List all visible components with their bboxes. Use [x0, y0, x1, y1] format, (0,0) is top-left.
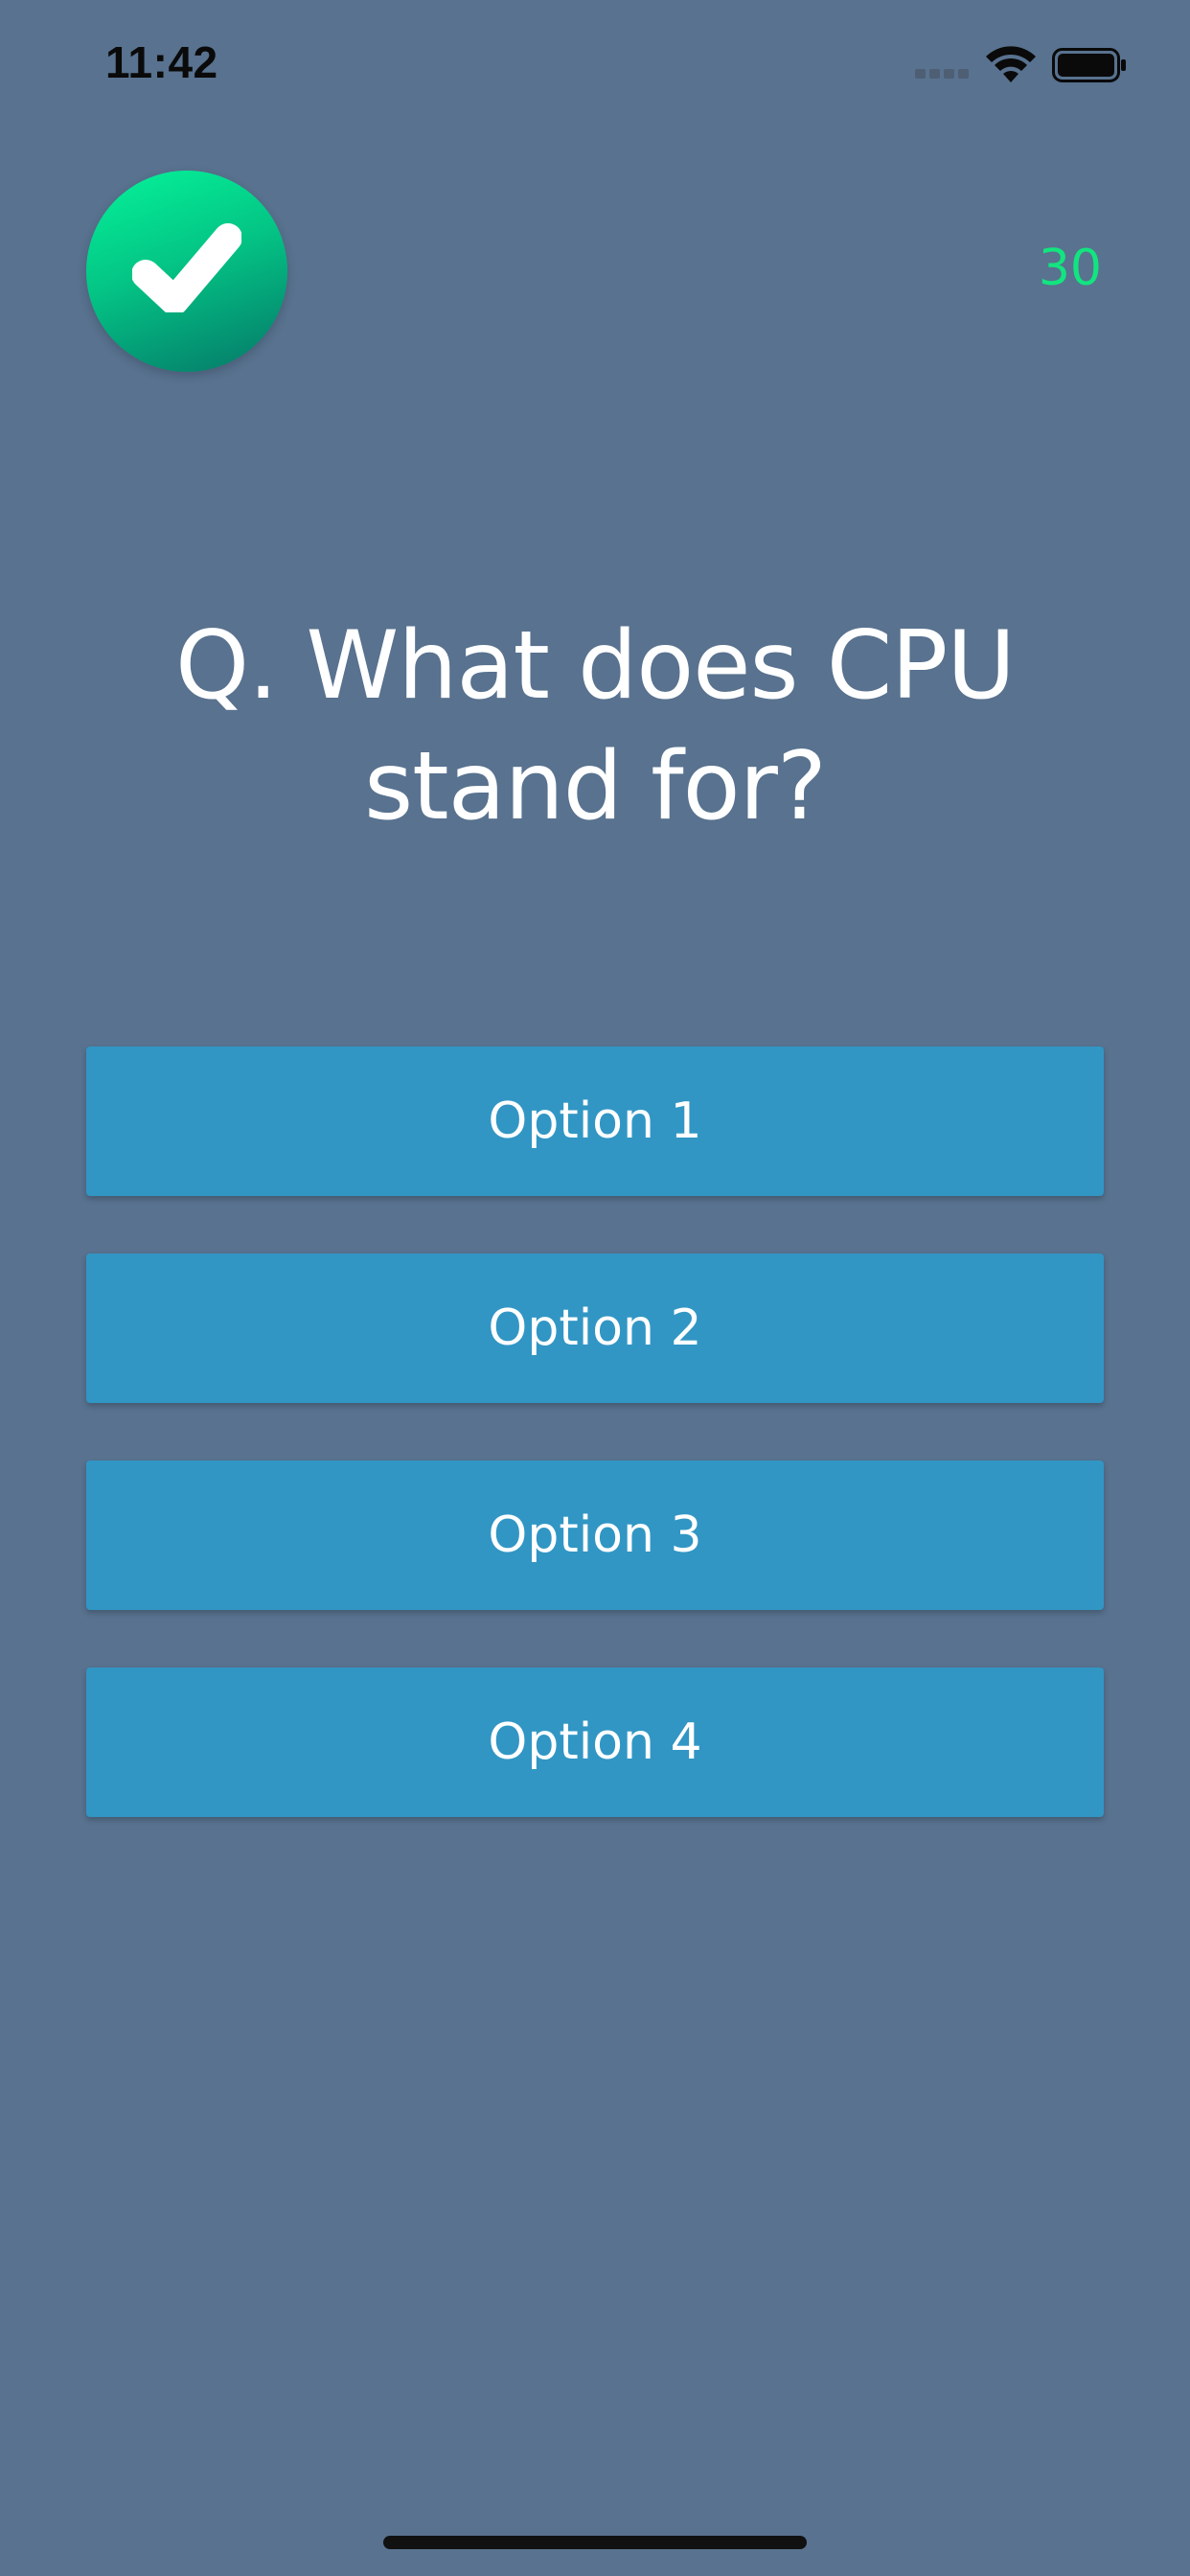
option-3-button[interactable]: Option 3 — [86, 1460, 1104, 1610]
battery-icon — [1052, 48, 1126, 82]
option-2-button[interactable]: Option 2 — [86, 1254, 1104, 1403]
wifi-icon — [986, 46, 1036, 82]
status-time: 11:42 — [105, 37, 218, 87]
home-indicator[interactable] — [383, 2536, 807, 2549]
status-bar: 11:42 — [0, 0, 1190, 126]
countdown-timer: 30 — [1038, 240, 1102, 297]
option-1-button[interactable]: Option 1 — [86, 1046, 1104, 1196]
checkmark-badge — [86, 171, 287, 372]
cellular-signal-icon — [915, 69, 969, 80]
question-text: Q. What does CPU stand for? — [174, 611, 1016, 841]
checkmark-icon — [132, 223, 241, 312]
option-4-button[interactable]: Option 4 — [86, 1668, 1104, 1817]
